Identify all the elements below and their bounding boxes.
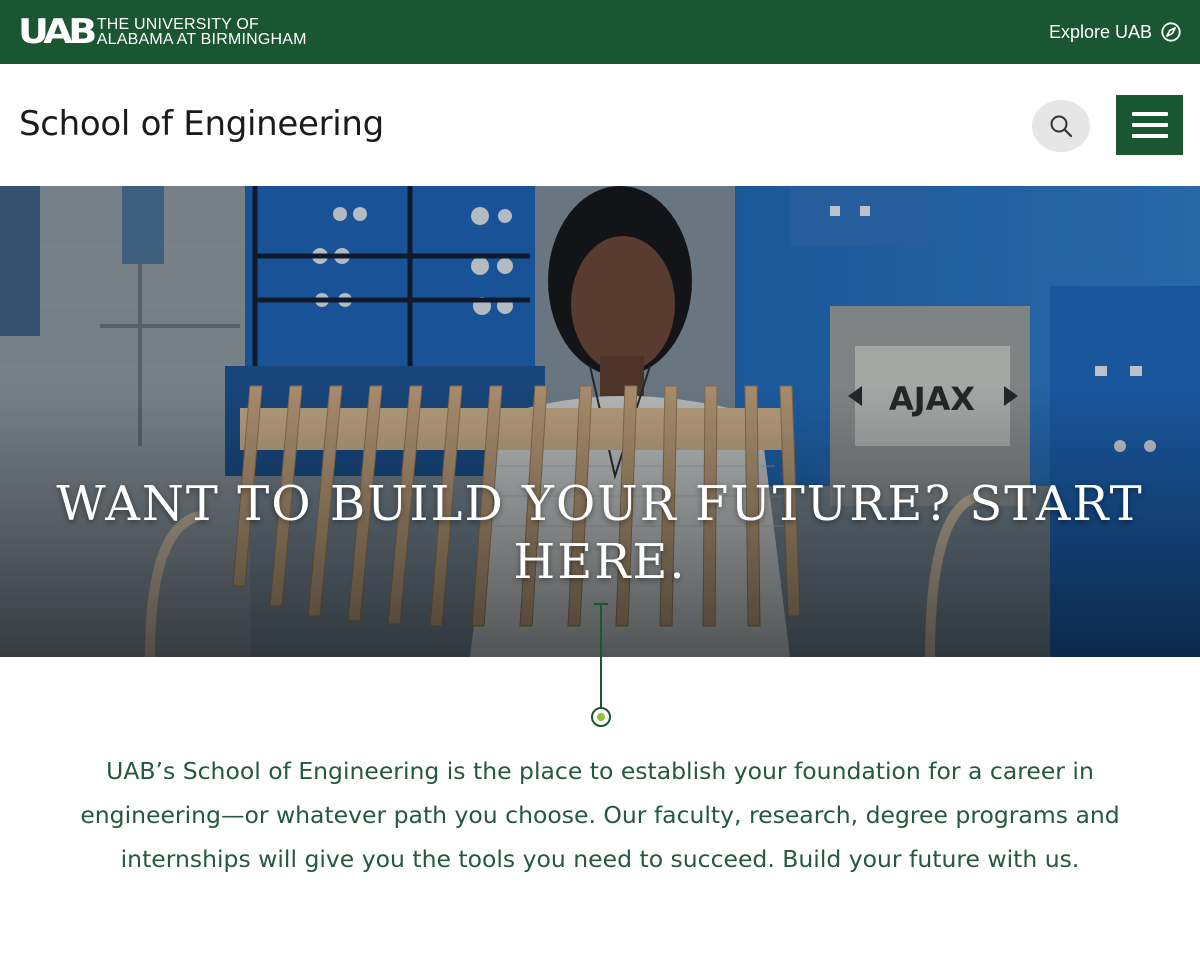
hero-headline: WANT TO BUILD YOUR FUTURE? START HERE. <box>56 476 1144 590</box>
top-brand-bar: UAB The University of Alabama at Birming… <box>0 0 1200 64</box>
hamburger-menu-icon <box>1131 112 1168 138</box>
logo-line-2: Alabama at Birmingham <box>96 31 307 48</box>
menu-bar-top <box>1131 112 1168 116</box>
page-title[interactable]: School of Engineering <box>19 104 384 144</box>
search-button[interactable] <box>1032 100 1090 152</box>
hero-banner: AJAX <box>0 186 1200 657</box>
menu-bar-bottom <box>1131 134 1168 138</box>
connector-dot <box>591 707 611 727</box>
intro-paragraph: UAB’s School of Engineering is the place… <box>80 757 1120 873</box>
uab-logo-mark: UAB <box>18 12 97 52</box>
connector-line <box>600 603 602 708</box>
site-header: School of Engineering <box>0 64 1200 186</box>
explore-uab-label: Explore UAB <box>1048 21 1152 42</box>
uab-logo-text: The University of Alabama at Birmingham <box>96 16 307 48</box>
menu-bar-middle <box>1131 123 1168 127</box>
uab-logo-link[interactable]: UAB The University of Alabama at Birming… <box>18 15 307 49</box>
connector-dot-inner <box>597 713 605 721</box>
compass-icon <box>1161 22 1181 42</box>
search-icon <box>1050 115 1073 138</box>
explore-uab-link[interactable]: Explore UAB <box>1049 21 1182 43</box>
menu-button[interactable] <box>1116 95 1183 155</box>
logo-line-1: The University of <box>96 16 260 33</box>
